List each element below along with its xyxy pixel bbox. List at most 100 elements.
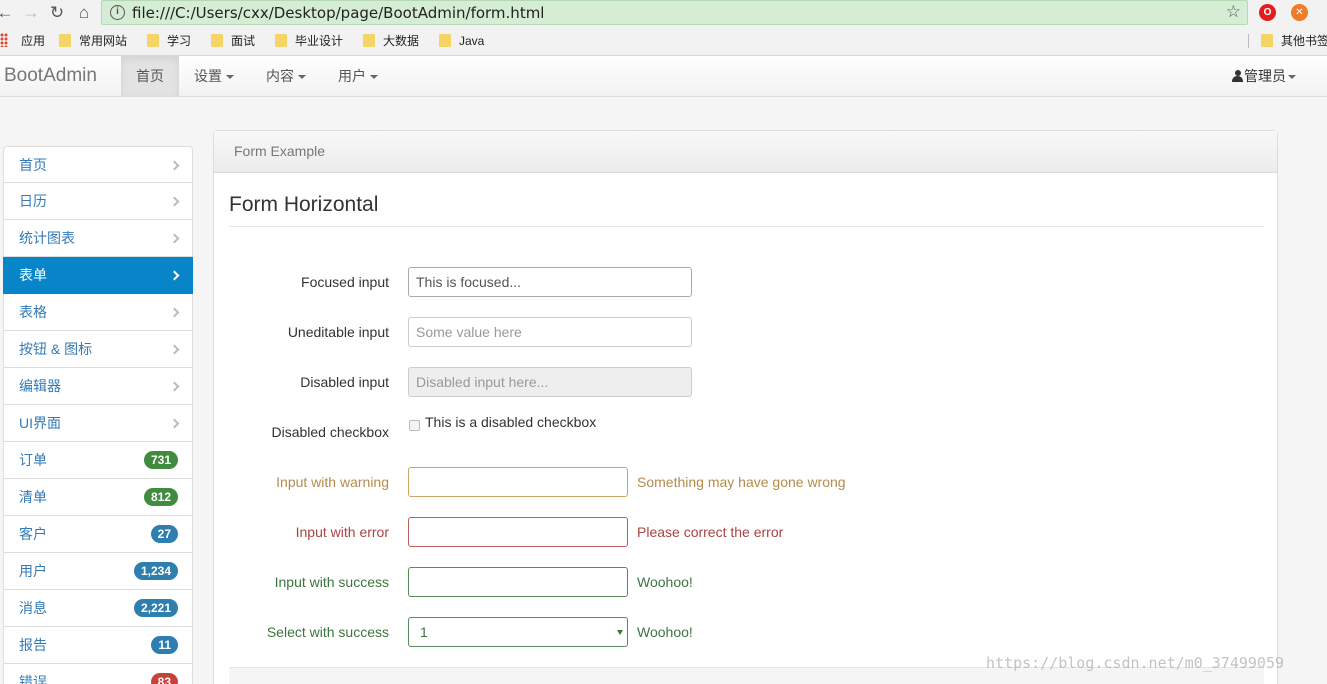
disabled-checkbox-text: This is a disabled checkbox bbox=[425, 414, 597, 430]
sidebar-item-errors[interactable]: 错误 83 bbox=[3, 664, 193, 684]
nav-home[interactable]: 首页 bbox=[121, 56, 179, 96]
form-row-uneditable: Uneditable input Some value here bbox=[214, 317, 1114, 347]
sidebar-item-charts[interactable]: 统计图表 bbox=[3, 220, 193, 257]
bookmark-other[interactable]: 其他书签 bbox=[1261, 26, 1327, 56]
opera-extension-icon[interactable]: O bbox=[1259, 4, 1276, 21]
chevron-right-icon bbox=[169, 196, 180, 207]
folder-icon bbox=[275, 34, 287, 48]
sidebar-item-users[interactable]: 用户 1,234 bbox=[3, 553, 193, 590]
folder-icon bbox=[59, 34, 71, 48]
form-row-select-success: Select with success 1 Woohoo! bbox=[214, 617, 1114, 647]
count-badge: 83 bbox=[150, 673, 178, 684]
chevron-right-icon bbox=[169, 307, 180, 318]
bookmark-folder[interactable]: 学习 bbox=[147, 26, 191, 56]
error-input-label: Input with error bbox=[295, 524, 389, 540]
caret-down-icon bbox=[1288, 75, 1296, 80]
bookmark-folder[interactable]: 常用网站 bbox=[59, 26, 127, 56]
uneditable-input: Some value here bbox=[408, 317, 692, 347]
folder-icon bbox=[211, 34, 223, 48]
chevron-right-icon bbox=[169, 418, 180, 429]
lifebuoy-extension-icon[interactable]: ✕ bbox=[1291, 4, 1308, 21]
panel-heading: Form Example bbox=[214, 131, 1277, 173]
select-success-help-text: Woohoo! bbox=[637, 624, 693, 640]
count-badge: 2,221 bbox=[133, 599, 178, 617]
form-panel: Form Example Form Horizontal Focused inp… bbox=[213, 130, 1278, 684]
sidebar-item-reports[interactable]: 报告 11 bbox=[3, 627, 193, 664]
bookmark-star-icon[interactable]: ☆ bbox=[1226, 2, 1241, 22]
bookmark-apps[interactable]: 应用 bbox=[21, 26, 45, 56]
nav-settings[interactable]: 设置 bbox=[179, 56, 249, 96]
bookmark-folder[interactable]: 毕业设计 bbox=[275, 26, 343, 56]
sidebar-item-calendar[interactable]: 日历 bbox=[3, 183, 193, 220]
sidebar-item-orders[interactable]: 订单 731 bbox=[3, 442, 193, 479]
sidebar-item-lists[interactable]: 清单 812 bbox=[3, 479, 193, 516]
sidebar-item-editor[interactable]: 编辑器 bbox=[3, 368, 193, 405]
brand-logo[interactable]: BootAdmin bbox=[4, 56, 97, 97]
caret-down-icon bbox=[298, 75, 306, 80]
back-icon[interactable]: ← bbox=[0, 2, 16, 24]
success-input-label: Input with success bbox=[274, 574, 389, 590]
nav-content[interactable]: 内容 bbox=[251, 56, 321, 96]
select-success-label: Select with success bbox=[266, 624, 389, 640]
bookmarks-separator bbox=[1248, 34, 1249, 48]
focused-input-label: Focused input bbox=[301, 274, 389, 290]
error-input[interactable] bbox=[408, 517, 628, 547]
form-row-success: Input with success Woohoo! bbox=[214, 567, 1114, 597]
sidebar-item-customers[interactable]: 客户 27 bbox=[3, 516, 193, 553]
sidebar-item-home[interactable]: 首页 bbox=[3, 146, 193, 183]
count-badge: 812 bbox=[143, 488, 178, 506]
sidebar-item-forms[interactable]: 表单 bbox=[3, 257, 193, 294]
success-select[interactable]: 1 bbox=[408, 617, 628, 647]
count-badge: 27 bbox=[150, 525, 178, 543]
top-navbar: BootAdmin 首页 设置 内容 用户 管理员 bbox=[0, 56, 1327, 97]
watermark: https://blog.csdn.net/m0_37499059 bbox=[986, 654, 1285, 672]
home-icon[interactable]: ⌂ bbox=[73, 2, 95, 24]
user-icon bbox=[1232, 70, 1243, 83]
bookmark-folder[interactable]: Java bbox=[439, 26, 484, 56]
form-legend: Form Horizontal bbox=[229, 193, 1264, 227]
uneditable-input-label: Uneditable input bbox=[287, 324, 389, 340]
browser-toolbar: ← → ↻ ⌂ i file:///C:/Users/cxx/Desktop/p… bbox=[0, 0, 1327, 26]
chevron-right-icon bbox=[169, 344, 180, 355]
reload-icon[interactable]: ↻ bbox=[46, 2, 68, 24]
chevron-right-icon bbox=[169, 160, 180, 171]
count-badge: 11 bbox=[151, 636, 178, 654]
nav-users[interactable]: 用户 bbox=[323, 56, 393, 96]
sidebar-item-buttons-icons[interactable]: 按钮 & 图标 bbox=[3, 331, 193, 368]
forward-icon[interactable]: → bbox=[20, 2, 42, 24]
dropdown-arrow-icon bbox=[617, 630, 623, 635]
apps-grid-icon[interactable] bbox=[0, 33, 8, 47]
disabled-checkbox-label: Disabled checkbox bbox=[271, 424, 389, 440]
bookmark-folder[interactable]: 大数据 bbox=[363, 26, 419, 56]
success-help-text: Woohoo! bbox=[637, 574, 693, 590]
sidebar-menu: 首页 日历 统计图表 表单 表格 按钮 & 图标 编辑器 UI界面 订单 731 … bbox=[3, 146, 193, 684]
disabled-input: Disabled input here... bbox=[408, 367, 692, 397]
warning-help-text: Something may have gone wrong bbox=[637, 474, 846, 490]
sidebar-item-ui[interactable]: UI界面 bbox=[3, 405, 193, 442]
form-row-disabled: Disabled input Disabled input here... bbox=[214, 367, 1114, 397]
success-input[interactable] bbox=[408, 567, 628, 597]
chevron-right-icon bbox=[169, 233, 180, 244]
count-badge: 1,234 bbox=[133, 562, 178, 580]
form-row-disabled-checkbox: Disabled checkbox This is a disabled che… bbox=[214, 414, 1114, 447]
bookmarks-bar: 应用 常用网站 学习 面试 毕业设计 大数据 Java 其他书签 bbox=[0, 26, 1327, 56]
folder-icon bbox=[1261, 34, 1273, 48]
address-url: file:///C:/Users/cxx/Desktop/page/BootAd… bbox=[132, 4, 545, 22]
warning-input-label: Input with warning bbox=[276, 474, 389, 490]
info-icon[interactable]: i bbox=[110, 5, 125, 20]
form-row-warning: Input with warning Something may have go… bbox=[214, 467, 1114, 497]
form-row-error: Input with error Please correct the erro… bbox=[214, 517, 1114, 547]
caret-down-icon bbox=[226, 75, 234, 80]
chevron-right-icon bbox=[169, 270, 180, 281]
bookmark-folder[interactable]: 面试 bbox=[211, 26, 255, 56]
focused-input[interactable]: This is focused... bbox=[408, 267, 692, 297]
sidebar-item-messages[interactable]: 消息 2,221 bbox=[3, 590, 193, 627]
form-row-focused: Focused input This is focused... bbox=[214, 267, 1114, 297]
warning-input[interactable] bbox=[408, 467, 628, 497]
caret-down-icon bbox=[370, 75, 378, 80]
chevron-right-icon bbox=[169, 381, 180, 392]
folder-icon bbox=[439, 34, 451, 48]
nav-user-menu[interactable]: 管理员 bbox=[1217, 56, 1311, 96]
sidebar-item-tables[interactable]: 表格 bbox=[3, 294, 193, 331]
address-bar[interactable]: i file:///C:/Users/cxx/Desktop/page/Boot… bbox=[101, 0, 1248, 25]
